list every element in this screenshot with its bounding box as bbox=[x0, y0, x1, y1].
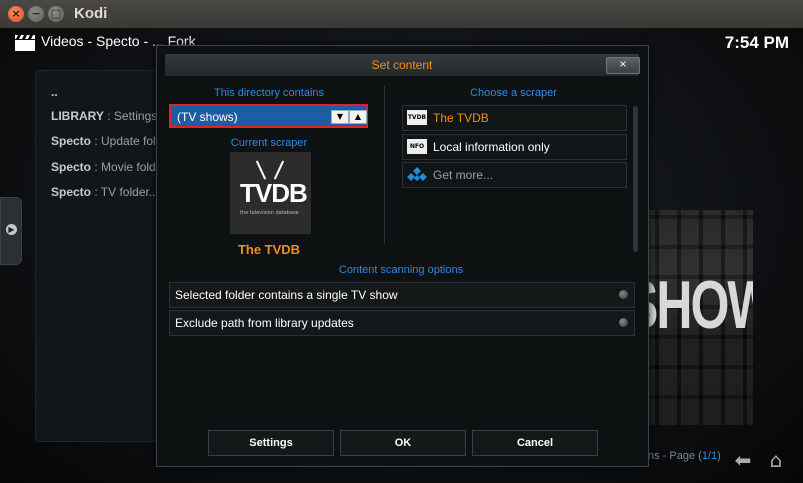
scraper-item-local[interactable]: NFO Local information only bbox=[402, 134, 627, 160]
scraper-item-get-more[interactable]: Get more... bbox=[402, 162, 627, 188]
scraper-label: The TVDB bbox=[433, 111, 489, 125]
tv-shows-poster: SHOWS bbox=[637, 210, 753, 425]
list-item[interactable]: .. bbox=[51, 85, 58, 99]
current-scraper-name: The TVDB bbox=[237, 242, 301, 257]
window-minimize-button[interactable]: − bbox=[28, 6, 44, 22]
back-arrow-icon[interactable]: ⬅ bbox=[730, 447, 756, 473]
cancel-button[interactable]: Cancel bbox=[472, 430, 598, 456]
window-title: Kodi bbox=[74, 5, 108, 22]
scraper-label: Local information only bbox=[433, 140, 550, 154]
divider bbox=[384, 86, 385, 244]
scraper-label: Get more... bbox=[433, 168, 494, 182]
tvdb-icon: TVDB bbox=[407, 110, 427, 125]
kodi-addon-icon bbox=[407, 167, 427, 181]
list-item[interactable]: Specto : Movie fold bbox=[51, 160, 156, 174]
spin-up-icon[interactable]: ▲ bbox=[349, 110, 367, 124]
poster-text: SHOWS bbox=[637, 267, 753, 343]
content-type-select[interactable]: (TV shows) ▼ ▲ bbox=[169, 104, 368, 128]
scraper-scrollbar[interactable] bbox=[633, 106, 638, 252]
content-type-value: (TV shows) bbox=[177, 110, 238, 124]
list-item[interactable]: Specto : TV folder.. bbox=[51, 185, 156, 199]
dialog-close-button[interactable]: × bbox=[606, 57, 640, 74]
ok-button[interactable]: OK bbox=[340, 430, 466, 456]
scraper-item-tvdb[interactable]: TVDB The TVDB bbox=[402, 105, 627, 131]
list-item[interactable]: Specto : Update fol bbox=[51, 134, 156, 148]
list-item[interactable]: LIBRARY : Settings bbox=[51, 109, 157, 123]
scanning-options-label: Content scanning options bbox=[338, 264, 464, 276]
window-maximize-button[interactable]: □ bbox=[48, 6, 64, 22]
dialog-title: Set content bbox=[371, 58, 433, 72]
page-indicator: ns - Page (1/1) bbox=[648, 450, 721, 462]
option-single-tv-show[interactable]: Selected folder contains a single TV sho… bbox=[169, 282, 635, 308]
dialog-header: Set content × bbox=[165, 54, 640, 76]
option-label: Exclude path from library updates bbox=[175, 316, 354, 330]
radio-off-icon[interactable] bbox=[619, 318, 628, 327]
nfo-icon: NFO bbox=[407, 139, 427, 154]
current-scraper-label: Current scraper bbox=[230, 137, 308, 149]
chevron-right-icon: ▶ bbox=[6, 224, 17, 235]
choose-scraper-label: Choose a scraper bbox=[470, 87, 557, 99]
set-content-dialog: Set content × This directory contains (T… bbox=[156, 45, 649, 467]
option-label: Selected folder contains a single TV sho… bbox=[175, 288, 398, 302]
window-titlebar: × − □ Kodi bbox=[0, 0, 803, 29]
radio-off-icon[interactable] bbox=[619, 290, 628, 299]
clapperboard-icon bbox=[15, 35, 35, 51]
tvdb-logo: TVDB the television database bbox=[230, 152, 311, 234]
option-exclude-path[interactable]: Exclude path from library updates bbox=[169, 310, 635, 336]
spin-down-icon[interactable]: ▼ bbox=[331, 110, 349, 124]
window-close-button[interactable]: × bbox=[8, 6, 24, 22]
home-icon[interactable]: ⌂ bbox=[763, 447, 789, 473]
settings-button[interactable]: Settings bbox=[208, 430, 334, 456]
directory-contains-label: This directory contains bbox=[213, 87, 325, 99]
side-menu-tab[interactable]: ▶ bbox=[0, 197, 22, 265]
clock: 7:54 PM bbox=[724, 33, 789, 52]
